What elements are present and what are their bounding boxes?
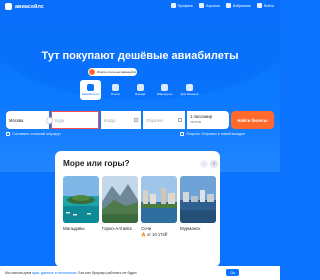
destination-price: 🔥 от 10 174₽ (141, 232, 177, 237)
route-icon (6, 132, 10, 136)
destination-photo (180, 176, 216, 223)
checkbox-icon (180, 132, 184, 136)
tab-hotels-label: Отели (110, 92, 120, 96)
destination-name: Мальдивы (63, 226, 85, 231)
tab-trains[interactable]: Поезда (130, 80, 151, 100)
destination-photo (63, 176, 99, 223)
destination-placeholder: Куда (55, 117, 65, 123)
cart-icon (199, 3, 205, 8)
destination-photo (141, 176, 177, 223)
open-booking-label: Открыть Островок в новой вкладке (186, 132, 245, 136)
top-nav: Профиль Корзина Избранное Войти (170, 3, 274, 8)
logo-mark-icon (5, 3, 12, 10)
service-tabs: Авиабилеты Отели Поезда Маршруты Для биз… (80, 80, 200, 100)
user-icon (256, 3, 262, 8)
chevron-right-icon: › (213, 160, 215, 167)
fire-icon: 🔥 (141, 232, 146, 237)
nav-profile[interactable]: Профиль (170, 3, 194, 8)
destination-card[interactable]: Горнo-Алтайск (102, 176, 138, 231)
bed-icon (111, 84, 119, 91)
promo-card: Море или горы? ‹ › Мальдивы Горнo-Алтайс… (55, 151, 220, 267)
hotel-tip-text: Ищите отель на Авиасейлс (97, 70, 137, 74)
destination-name: Сочи (141, 226, 152, 231)
compose-route-label: Составить сложный маршрут (12, 132, 62, 136)
origin-field[interactable]: Москва (6, 111, 49, 129)
date-back-placeholder: Обратно (146, 117, 163, 123)
cookie-text: Мы используем куки, данные и технологии.… (0, 271, 137, 275)
calendar-icon (134, 118, 138, 122)
tab-hotels[interactable]: Отели (105, 80, 126, 100)
destination-photo (102, 176, 138, 223)
cookie-ok-button[interactable]: Ок (226, 269, 239, 276)
tab-trains-label: Поезда (134, 92, 146, 96)
tab-business[interactable]: Для бизнеса (179, 80, 200, 100)
nav-cart-label: Корзина (206, 3, 220, 8)
promo-title: Море или горы? (63, 159, 130, 168)
carousel-prev-button[interactable]: ‹ (200, 160, 208, 168)
chevron-left-icon: ‹ (203, 160, 205, 167)
hotel-badge-icon (89, 69, 95, 75)
profile-icon (170, 3, 176, 8)
open-booking-checkbox[interactable]: Открыть Островок в новой вкладке (180, 132, 245, 136)
destination-card[interactable]: Мурманск (180, 176, 216, 231)
plane-icon (87, 84, 94, 91)
nav-profile-label: Профиль (177, 3, 194, 8)
nav-favorites-label: Избранное (232, 3, 251, 8)
tab-routes[interactable]: Маршруты (154, 80, 175, 100)
route-icon (161, 84, 169, 91)
date-there-field[interactable]: Когда (101, 111, 141, 129)
carousel-next-button[interactable]: › (210, 160, 218, 168)
nav-favorites[interactable]: Избранное (225, 3, 251, 8)
logo[interactable]: авиасейлс (5, 3, 44, 10)
destination-price-value: от 10 174₽ (146, 232, 168, 237)
destination-card[interactable]: Мальдивы (63, 176, 99, 231)
destination-card[interactable]: Сочи 🔥 от 10 174₽ (141, 176, 177, 237)
hotel-tip-badge[interactable]: Ищите отель на Авиасейлс (88, 68, 137, 76)
origin-value: Москва (9, 117, 24, 123)
compose-route-link[interactable]: Составить сложный маршрут (6, 132, 61, 136)
nav-login[interactable]: Войти (256, 3, 274, 8)
briefcase-icon (186, 84, 193, 91)
destination-name: Горнo-Алтайск (102, 226, 132, 231)
class-value: эконом (190, 120, 202, 124)
date-there-placeholder: Когда (104, 117, 115, 123)
cookie-link[interactable]: куки, данные и технологии (32, 271, 76, 275)
destination-field[interactable]: Куда (51, 111, 99, 129)
nav-cart[interactable]: Корзина (199, 3, 220, 8)
destination-name: Мурманск (180, 226, 201, 231)
cookie-text-end: . Без них браузер работать не будет. (76, 271, 138, 275)
top-bar: авиасейлс Профиль Корзина Избранное Войт… (0, 0, 280, 14)
heart-icon (225, 3, 231, 8)
swap-icon[interactable] (46, 117, 53, 124)
date-back-field[interactable]: Обратно (143, 111, 185, 129)
page-title: Тут покупают дешёвые авиабилеты (41, 50, 239, 62)
logo-text: авиасейлс (15, 3, 44, 10)
search-button[interactable]: Найти билеты (231, 111, 274, 129)
train-icon (136, 84, 144, 91)
cookie-bar: Мы используем куки, данные и технологии.… (0, 266, 280, 280)
search-form: Москва Куда Когда Обратно 1 пассажир эко… (6, 111, 274, 129)
tab-flights-label: Авиабилеты (81, 92, 100, 96)
passengers-field[interactable]: 1 пассажир эконом (187, 111, 229, 129)
cookie-text-start: Мы используем (5, 271, 32, 275)
tab-flights[interactable]: Авиабилеты (80, 80, 101, 100)
tab-business-label: Для бизнеса (180, 92, 199, 96)
calendar-icon (178, 118, 182, 122)
tab-routes-label: Маршруты (157, 92, 173, 96)
nav-login-label: Войти (263, 3, 274, 8)
